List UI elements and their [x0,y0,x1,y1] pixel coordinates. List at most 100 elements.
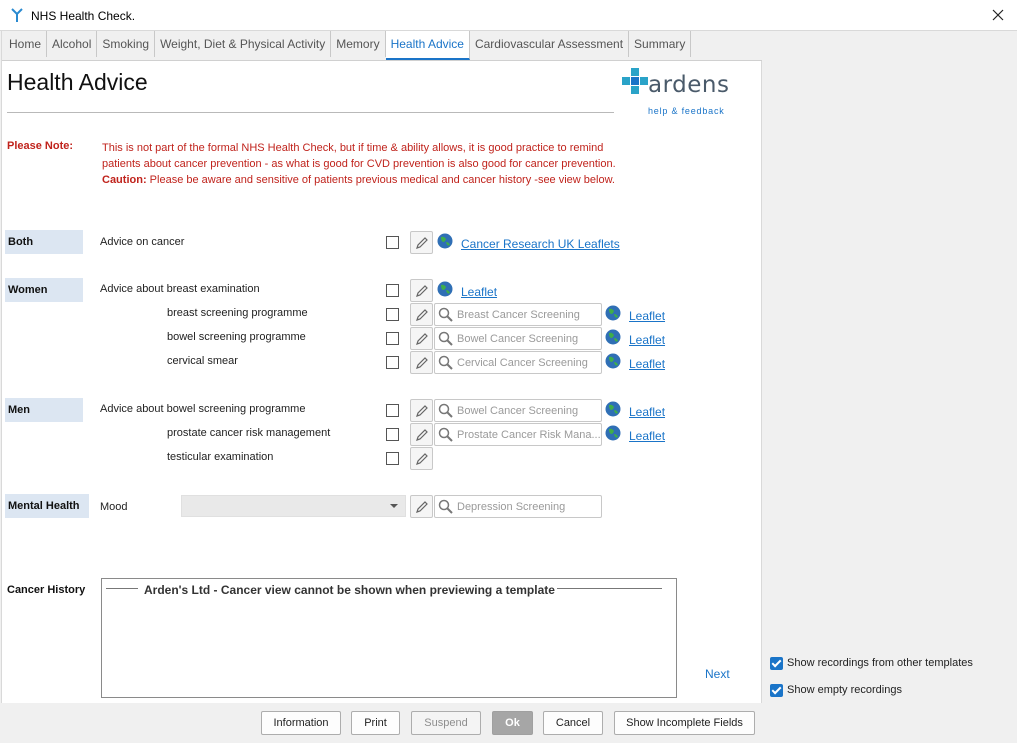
title-divider [7,112,614,113]
testicular-edit-button[interactable] [410,447,433,470]
search-icon [438,355,453,370]
help-feedback-link[interactable]: help & feedback [648,106,725,116]
globe-icon[interactable] [605,329,621,345]
ardens-logo[interactable]: ardens help & feedback [622,66,732,118]
tab-home[interactable]: Home [4,31,48,57]
show-incomplete-fields-button[interactable]: Show Incomplete Fields [614,711,755,735]
breast-exam-leaflet-link[interactable]: Leaflet [461,285,497,299]
footer-bar: Information Print Suspend Ok Cancel Show… [0,703,1017,743]
bowel-screening-checkbox[interactable] [386,332,399,345]
logo-wordmark: ardens [648,72,730,98]
breast-exam-edit-button[interactable] [410,279,433,302]
pencil-icon [415,236,428,249]
mood-label: Mood [100,501,128,513]
pencil-icon [415,284,428,297]
prostate-label: prostate cancer risk management [167,427,331,439]
tab-alcohol[interactable]: Alcohol [47,31,98,57]
cervical-screening-search[interactable]: Cervical Cancer Screening [434,351,602,374]
mood-dropdown[interactable] [181,495,406,517]
cancer-research-uk-leaflets-link[interactable]: Cancer Research UK Leaflets [461,237,620,251]
testicular-checkbox[interactable] [386,452,399,465]
pencil-icon [415,332,428,345]
note-line-2: patients about cancer prevention - as wh… [102,158,616,170]
prostate-edit-button[interactable] [410,423,433,446]
breast-exam-checkbox[interactable] [386,284,399,297]
bowel-screening-edit-button[interactable] [410,327,433,350]
pencil-icon [415,356,428,369]
bowel-screening-leaflet-link[interactable]: Leaflet [629,333,665,347]
globe-icon[interactable] [437,281,453,297]
tab-smoking[interactable]: Smoking [97,31,156,57]
search-icon [438,307,453,322]
information-button[interactable]: Information [261,711,341,735]
note-line-1: This is not part of the formal NHS Healt… [102,142,604,154]
globe-icon[interactable] [605,353,621,369]
frame-line-right [554,588,662,589]
checkbox-checked-icon [770,684,783,697]
suspend-button[interactable]: Suspend [411,711,481,735]
prostate-search[interactable]: Prostate Cancer Risk Mana... [434,423,602,446]
template-panel: Home Alcohol Smoking Weight, Diet & Phys… [1,31,762,703]
pencil-icon [415,308,428,321]
search-placeholder: Bowel Cancer Screening [457,333,579,345]
tab-cardiovascular[interactable]: Cardiovascular Assessment [470,31,630,57]
cervical-smear-edit-button[interactable] [410,351,433,374]
search-placeholder: Cervical Cancer Screening [457,357,588,369]
pencil-icon [415,452,428,465]
cancer-history-title: Arden's Ltd - Cancer view cannot be show… [142,583,557,597]
globe-icon[interactable] [605,305,621,321]
breast-screening-leaflet-link[interactable]: Leaflet [629,309,665,323]
cancer-history-view: Arden's Ltd - Cancer view cannot be show… [101,578,677,698]
search-placeholder: Prostate Cancer Risk Mana... [457,429,601,441]
search-placeholder: Bowel Cancer Screening [457,405,579,417]
breast-screening-edit-button[interactable] [410,303,433,326]
bowel-screening-search[interactable]: Bowel Cancer Screening [434,327,602,350]
cervical-leaflet-link[interactable]: Leaflet [629,357,665,371]
advice-cancer-checkbox[interactable] [386,236,399,249]
window-title: NHS Health Check. [31,9,136,23]
cancel-button[interactable]: Cancel [543,711,603,735]
tab-memory[interactable]: Memory [331,31,386,57]
note-label: Please Note: [7,140,74,152]
bowel-men-leaflet-link[interactable]: Leaflet [629,405,665,419]
pencil-icon [415,404,428,417]
section-men: Men [5,398,83,422]
search-icon [438,331,453,346]
bowel-advice-men-checkbox[interactable] [386,404,399,417]
globe-icon[interactable] [605,401,621,417]
prostate-leaflet-link[interactable]: Leaflet [629,429,665,443]
depression-screening-search[interactable]: Depression Screening [434,495,602,518]
advice-cancer-edit-button[interactable] [410,231,433,254]
bowel-men-search[interactable]: Bowel Cancer Screening [434,399,602,422]
show-other-templates-label: Show recordings from other templates [787,657,973,669]
note-text: This is not part of the formal NHS Healt… [102,140,662,188]
breast-screening-label: breast screening programme [167,307,308,319]
search-placeholder: Depression Screening [457,501,566,513]
pencil-icon [415,500,428,513]
caution-label: Caution: [102,174,147,186]
close-icon[interactable] [987,4,1009,26]
ok-button[interactable]: Ok [492,711,533,735]
prostate-checkbox[interactable] [386,428,399,441]
breast-screening-search[interactable]: Breast Cancer Screening [434,303,602,326]
globe-icon[interactable] [437,233,453,249]
globe-icon[interactable] [605,425,621,441]
bowel-advice-men-edit-button[interactable] [410,399,433,422]
section-women: Women [5,278,83,302]
mood-edit-button[interactable] [410,495,433,518]
breast-screening-checkbox[interactable] [386,308,399,321]
print-button[interactable]: Print [351,711,400,735]
cervical-smear-checkbox[interactable] [386,356,399,369]
search-icon [438,499,453,514]
advice-cancer-label: Advice on cancer [100,236,185,248]
caution-line: Caution: Please be aware and sensitive o… [102,172,662,188]
tab-summary[interactable]: Summary [629,31,692,57]
tab-weight-diet[interactable]: Weight, Diet & Physical Activity [155,31,332,57]
tab-health-advice[interactable]: Health Advice [385,31,470,60]
bowel-advice-men-label: Advice about bowel screening programme [100,403,306,415]
section-mental-health: Mental Health [5,494,89,518]
next-link[interactable]: Next [705,667,730,681]
cervical-smear-label: cervical smear [167,355,238,367]
bowel-screening-label: bowel screening programme [167,331,306,343]
pencil-icon [415,428,428,441]
